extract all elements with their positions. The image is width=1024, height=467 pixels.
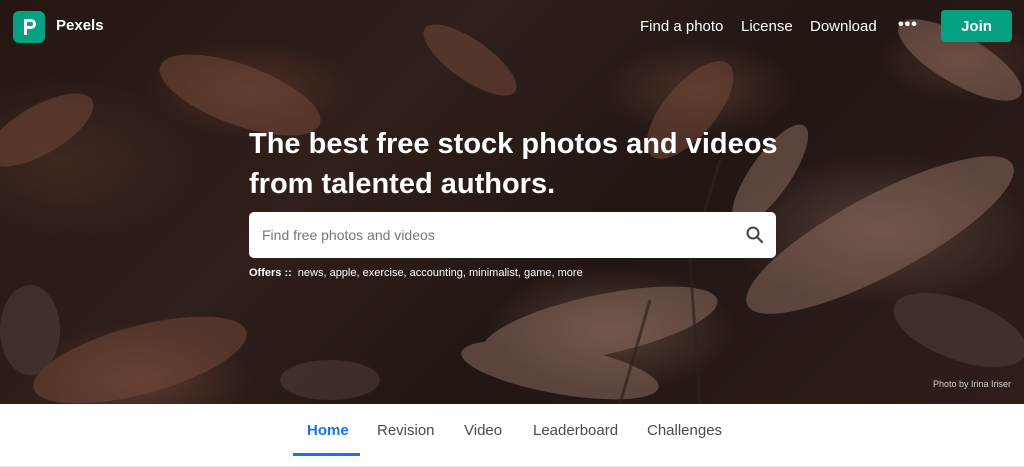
offers-suggestions: Offers :: news, apple, exercise, accounti… (249, 267, 583, 279)
offers-list[interactable]: news, apple, exercise, accounting, minim… (298, 267, 583, 279)
tab-home[interactable]: Home (307, 422, 349, 439)
search-icon[interactable] (745, 225, 765, 245)
offers-label: Offers :: (249, 267, 292, 279)
active-tab-indicator (293, 453, 360, 456)
search-box[interactable] (249, 212, 776, 258)
hero-banner: Pexels Find a photo License Download •••… (0, 0, 1024, 404)
hero-headline: The best free stock photos and videos fr… (249, 128, 778, 200)
tab-leaderboard[interactable]: Leaderboard (533, 422, 618, 439)
tab-bar: Home Revision Video Leaderboard Challeng… (0, 404, 1024, 467)
more-dots-icon[interactable]: ••• (898, 16, 918, 34)
brand-name[interactable]: Pexels (56, 17, 104, 34)
join-button[interactable]: Join (941, 10, 1012, 42)
search-input[interactable] (262, 222, 732, 248)
nav-license-link[interactable]: License (741, 18, 793, 35)
tab-video[interactable]: Video (464, 422, 502, 439)
tab-revision[interactable]: Revision (377, 422, 435, 439)
nav-find-photo-link[interactable]: Find a photo (640, 18, 723, 35)
photo-credit[interactable]: Photo by Irina Iriser (933, 379, 1011, 389)
pexels-logo-icon[interactable] (13, 11, 45, 43)
nav-download-link[interactable]: Download (810, 18, 877, 35)
tab-challenges[interactable]: Challenges (647, 422, 722, 439)
